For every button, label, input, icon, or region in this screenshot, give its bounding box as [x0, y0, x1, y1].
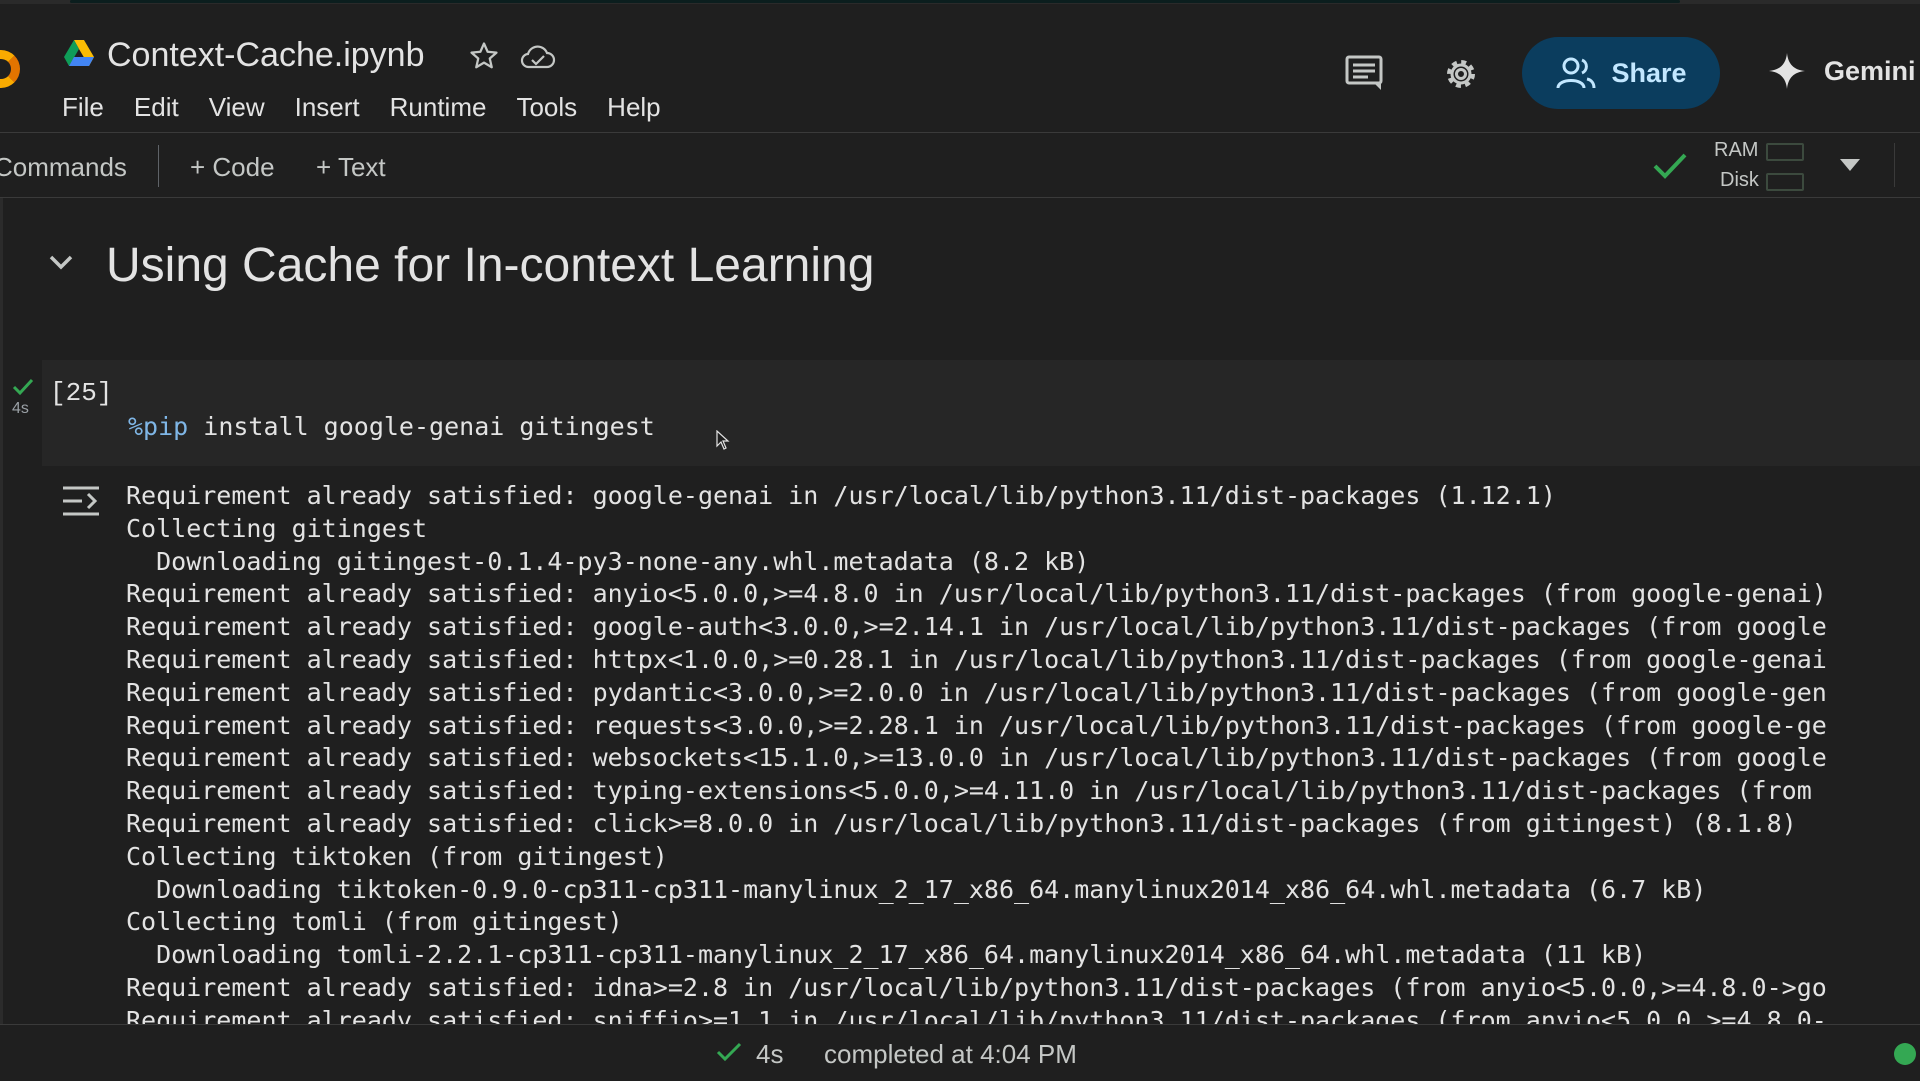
- share-button[interactable]: Share: [1522, 37, 1720, 109]
- section-heading: Using Cache for In-context Learning: [106, 239, 875, 292]
- menu-help[interactable]: Help: [607, 92, 660, 123]
- output-line: Requirement already satisfied: pydantic<…: [126, 677, 1827, 707]
- output-line: Collecting gitingest: [126, 513, 428, 543]
- execution-count: [25]: [50, 378, 113, 408]
- drive-icon[interactable]: [64, 40, 94, 67]
- status-check-icon: [716, 1042, 742, 1062]
- ram-meter[interactable]: [1766, 143, 1804, 161]
- commands-button[interactable]: Commands: [0, 152, 127, 183]
- output-line: Requirement already satisfied: google-au…: [126, 612, 1827, 642]
- cell-output: Requirement already satisfied: google-ge…: [126, 480, 1827, 1024]
- check-icon: [1653, 153, 1687, 179]
- people-icon: [1556, 57, 1596, 89]
- connection-status-dot[interactable]: [1894, 1043, 1916, 1065]
- menu-insert[interactable]: Insert: [295, 92, 360, 123]
- menu-runtime[interactable]: Runtime: [390, 92, 487, 123]
- status-bar: 4s completed at 4:04 PM: [0, 1024, 1920, 1081]
- code-editor-line[interactable]: %pip install google-genai gitingest: [128, 412, 655, 441]
- toolbar-right-divider: [1894, 143, 1895, 187]
- output-line: Requirement already satisfied: click>=8.…: [126, 808, 1797, 838]
- toolbar-divider: [158, 145, 159, 187]
- output-line: Requirement already satisfied: anyio<5.0…: [126, 579, 1827, 609]
- colab-logo[interactable]: [0, 50, 20, 88]
- code-cell[interactable]: [25] %pip install google-genai gitingest: [42, 360, 1920, 466]
- status-message[interactable]: completed at 4:04 PM: [824, 1039, 1077, 1070]
- gemini-button[interactable]: Gemini: [1768, 52, 1916, 90]
- cell-run-time: 4s: [12, 400, 29, 417]
- output-line: Requirement already satisfied: google-ge…: [126, 481, 1556, 510]
- notebook-left-border: [0, 198, 3, 1024]
- share-label: Share: [1611, 57, 1687, 88]
- cell-success-check-icon: [12, 378, 34, 396]
- output-toggle-icon[interactable]: [60, 484, 102, 518]
- output-line: Requirement already satisfied: requests<…: [126, 710, 1827, 740]
- output-line: Downloading gitingest-0.1.4-py3-none-any…: [126, 546, 1090, 576]
- gear-icon[interactable]: [1440, 53, 1482, 95]
- app-header: Context-Cache.ipynb File Edit View Inser…: [0, 4, 1920, 133]
- menu-bar: File Edit View Insert Runtime Tools Help: [62, 92, 691, 123]
- document-title[interactable]: Context-Cache.ipynb: [107, 36, 425, 75]
- menu-tools[interactable]: Tools: [516, 92, 577, 123]
- add-code-button[interactable]: + Code: [190, 152, 275, 183]
- menu-file[interactable]: File: [62, 92, 104, 123]
- code-magic-command: %pip: [128, 412, 189, 441]
- ram-label: RAM: [1714, 139, 1759, 161]
- disk-label: Disk: [1720, 169, 1759, 191]
- add-text-button[interactable]: + Text: [316, 152, 386, 183]
- chevron-down-icon[interactable]: [1840, 159, 1860, 171]
- output-line: Requirement already satisfied: idna>=2.8…: [126, 972, 1827, 1002]
- code-arguments: install google-genai gitingest: [188, 412, 655, 441]
- notebook-area: Using Cache for In-context Learning 4s […: [0, 198, 1920, 1024]
- notebook-toolbar: Commands + Code + Text RAM Disk: [0, 133, 1920, 198]
- output-line: Downloading tiktoken-0.9.0-cp311-cp311-m…: [126, 874, 1707, 904]
- comment-icon[interactable]: [1344, 54, 1384, 92]
- output-line: Collecting tomli (from gitingest): [126, 907, 623, 937]
- status-time: 4s: [756, 1039, 784, 1069]
- gemini-sparkle-icon: [1769, 53, 1805, 89]
- gemini-label: Gemini: [1824, 55, 1916, 86]
- star-icon[interactable]: [469, 41, 499, 71]
- top-progress-bar: [70, 0, 1680, 3]
- disk-meter[interactable]: [1766, 173, 1804, 191]
- output-line: Requirement already satisfied: httpx<1.0…: [126, 644, 1827, 674]
- section-collapse-chevron-icon[interactable]: [48, 254, 74, 272]
- output-line: Downloading tomli-2.2.1-cp311-cp311-many…: [126, 940, 1647, 970]
- output-line: Requirement already satisfied: websocket…: [126, 743, 1827, 773]
- menu-view[interactable]: View: [209, 92, 265, 123]
- cloud-icon[interactable]: [520, 42, 556, 72]
- output-line: Collecting tiktoken (from gitingest): [126, 841, 668, 871]
- output-line: Requirement already satisfied: sniffio>=…: [126, 1005, 1827, 1024]
- menu-edit[interactable]: Edit: [134, 92, 179, 123]
- mouse-cursor-icon: [716, 430, 730, 450]
- output-line: Requirement already satisfied: typing-ex…: [126, 776, 1812, 806]
